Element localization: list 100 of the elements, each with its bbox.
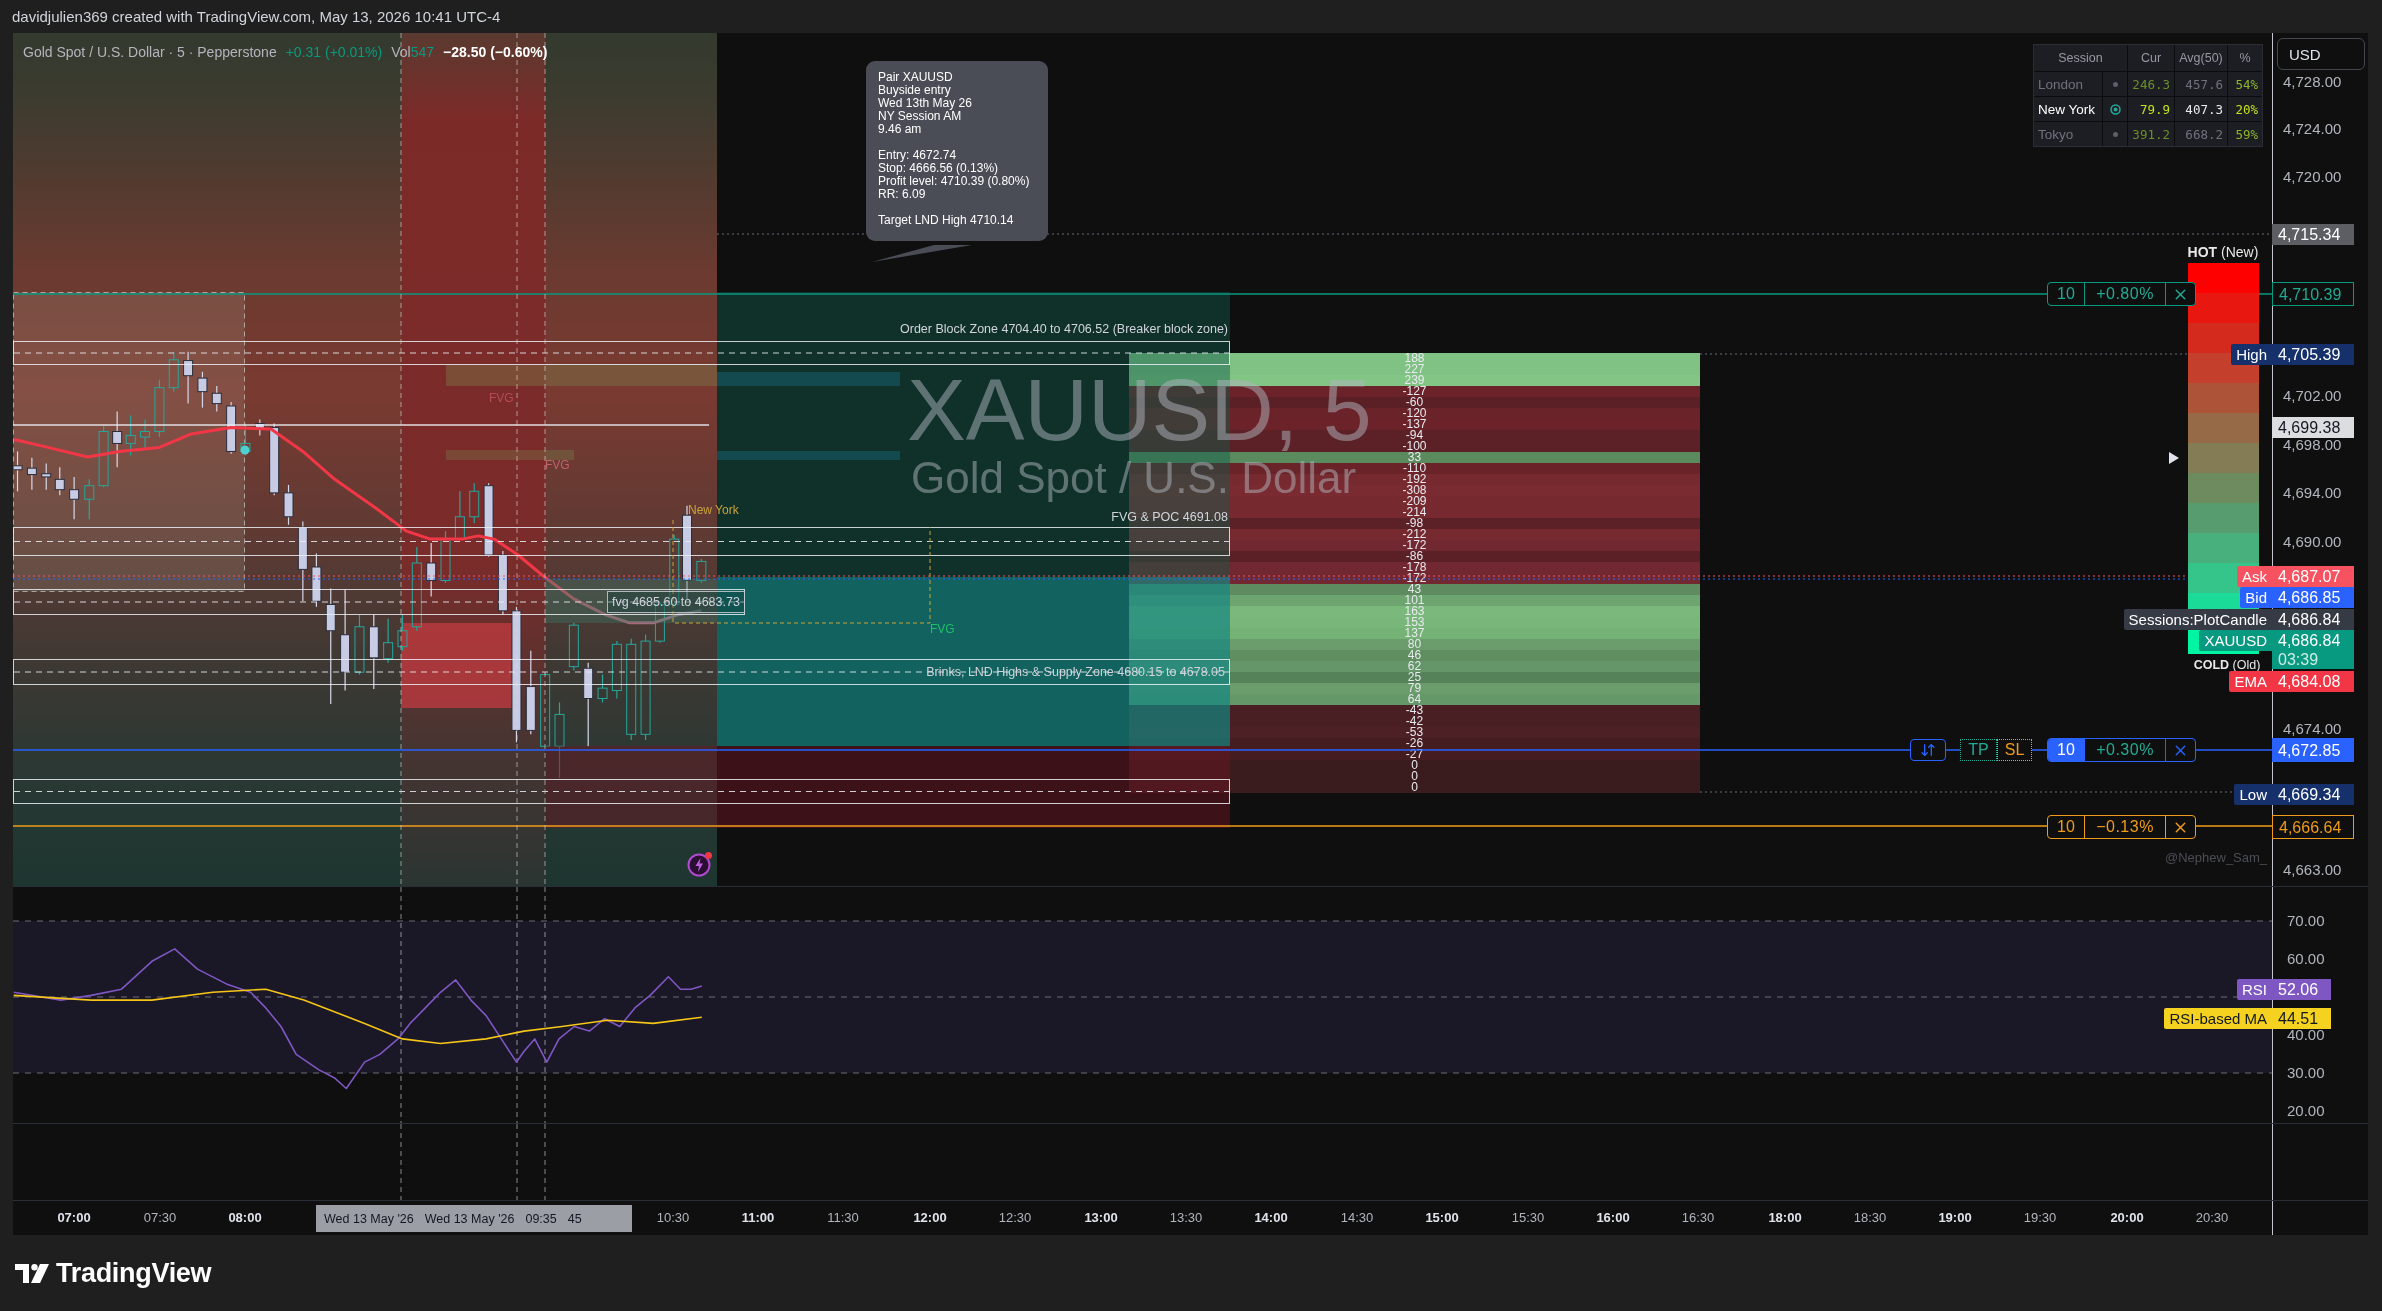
- time-label: 09:35: [525, 1211, 557, 1226]
- table-cell: 407.3: [2175, 97, 2227, 121]
- price-tick: 4,702.00: [2283, 387, 2342, 405]
- table-cell: 59%: [2228, 122, 2262, 146]
- volume-profile-row: 0: [1129, 760, 1700, 771]
- author-credit: @Nephew_Sam_: [2165, 850, 2268, 866]
- time-tick: 11:30: [826, 1210, 860, 1226]
- volume-profile-row: 227: [1129, 364, 1700, 375]
- volume-profile-row: -172: [1129, 573, 1700, 584]
- price-tick: 4,728.00: [2283, 73, 2342, 91]
- note-text: 9.46 am: [878, 123, 923, 136]
- order-quantity: 10: [2056, 284, 2076, 304]
- table-cell: 79.9: [2128, 97, 2174, 121]
- candle: [696, 558, 707, 584]
- price-label: 4,710.39: [2272, 282, 2354, 306]
- time-tick: 16:30: [1680, 1210, 1716, 1226]
- time-label: 45: [567, 1211, 582, 1226]
- volume-value: 547: [410, 44, 435, 60]
- note-text: Pair XAUUSD: [878, 71, 954, 84]
- rsi-tick: 60.00: [2287, 950, 2325, 968]
- time-tick: 07:30: [142, 1210, 178, 1226]
- volume-profile-row: -178: [1129, 562, 1700, 573]
- currency-button[interactable]: USD: [2277, 38, 2365, 70]
- volume-profile-row: 188: [1129, 353, 1700, 364]
- candle: [54, 466, 65, 496]
- lightning-icon: [687, 851, 713, 877]
- price-label: 4,686.85: [2272, 586, 2354, 608]
- swap-arrows-icon: [1920, 742, 1936, 758]
- volume-profile-row: -172: [1129, 540, 1700, 551]
- candle: [69, 476, 80, 520]
- price-tick: 4,674.00: [2283, 720, 2342, 738]
- candle: [13, 450, 23, 492]
- time-tick: 18:00: [1767, 1210, 1803, 1226]
- volume-profile-row: 0: [1129, 782, 1700, 793]
- fvg-label: FVG: [545, 458, 570, 472]
- candle: [311, 552, 322, 608]
- volume-profile-row: -27: [1129, 749, 1700, 760]
- candle: [154, 379, 165, 438]
- symbol-title: Gold Spot / U.S. Dollar · 5 · Pepperstone: [23, 44, 277, 60]
- volume-profile-row: -43: [1129, 705, 1700, 716]
- take-profit-button[interactable]: TP: [1960, 739, 1997, 761]
- candle: [41, 462, 52, 491]
- dot-marker-icon: [240, 445, 250, 455]
- price-tag: EMA: [2229, 670, 2272, 692]
- price-tick: 4,694.00: [2283, 484, 2342, 502]
- note-text: Profit level: 4710.39 (0.80%): [878, 175, 1031, 188]
- price-tick: 4,663.00: [2283, 861, 2342, 879]
- table-cell: Tokyo: [2034, 122, 2102, 146]
- time-label: Wed 13 May '26: [324, 1211, 414, 1226]
- price-label: 4,715.34: [2272, 223, 2354, 245]
- price-tag: Bid: [2240, 586, 2272, 608]
- stop-loss-button[interactable]: SL: [1997, 739, 2032, 761]
- time-tick: 19:30: [2022, 1210, 2058, 1226]
- candle: [168, 351, 179, 393]
- table-cell: New York: [2034, 97, 2102, 121]
- rsi-tick: 20.00: [2287, 1102, 2325, 1120]
- volume-profile-row: 64: [1129, 694, 1700, 705]
- candle: [183, 351, 194, 405]
- price-value: 4,686.84: [2278, 630, 2342, 650]
- volume-profile-row: 46: [1129, 650, 1700, 661]
- volume-profile-row: 137: [1129, 628, 1700, 639]
- table-cell: 20%: [2228, 97, 2262, 121]
- time-tick: 18:30: [1852, 1210, 1888, 1226]
- time-label: Wed 13 May '26: [424, 1211, 515, 1226]
- table-header-cell: Session: [2034, 45, 2127, 71]
- volume-profile-row: -209: [1129, 496, 1700, 507]
- candle: [397, 614, 408, 652]
- brand-name: TradingView: [56, 1257, 212, 1289]
- reverse-button[interactable]: [1910, 739, 1946, 761]
- candle: [254, 418, 265, 437]
- volume-profile-row: 79: [1129, 683, 1700, 694]
- candle: [440, 530, 451, 584]
- price-tag: High: [2231, 343, 2272, 365]
- fvg-label: FVG: [489, 391, 514, 405]
- order-change: −0.13%: [2084, 816, 2165, 838]
- price-tick: 4,698.00: [2283, 435, 2342, 454]
- candle: [597, 674, 608, 704]
- candle: [211, 385, 222, 413]
- heat-scale-label: HOT (New): [2186, 244, 2260, 260]
- time-tick: 16:00: [1595, 1210, 1631, 1226]
- time-tick: 12:30: [997, 1210, 1033, 1226]
- table-cell: 246.3: [2128, 72, 2174, 96]
- volume-profile-row: 101: [1129, 595, 1700, 606]
- volume-profile-row: -86: [1129, 551, 1700, 562]
- heat-scale-label: COLD (Old): [2193, 657, 2261, 673]
- session-label: New York: [688, 503, 739, 517]
- note-text: RR: 6.09: [878, 188, 927, 201]
- time-tick: 12:00: [912, 1210, 948, 1226]
- candle: [197, 371, 208, 409]
- time-tick: 20:30: [2194, 1210, 2230, 1226]
- price-label: 4,666.64: [2272, 815, 2354, 839]
- volume-profile-row: 153: [1129, 617, 1700, 628]
- volume-profile-row: -212: [1129, 529, 1700, 540]
- volume-profile-row: -26: [1129, 738, 1700, 749]
- candle: [283, 484, 294, 526]
- price-label: 4,684.08: [2272, 670, 2354, 692]
- time-tick: 14:30: [1339, 1210, 1375, 1226]
- time-tick: 08:00: [227, 1210, 263, 1226]
- table-cell: 54%: [2228, 72, 2262, 96]
- table-cell: 457.6: [2175, 72, 2227, 96]
